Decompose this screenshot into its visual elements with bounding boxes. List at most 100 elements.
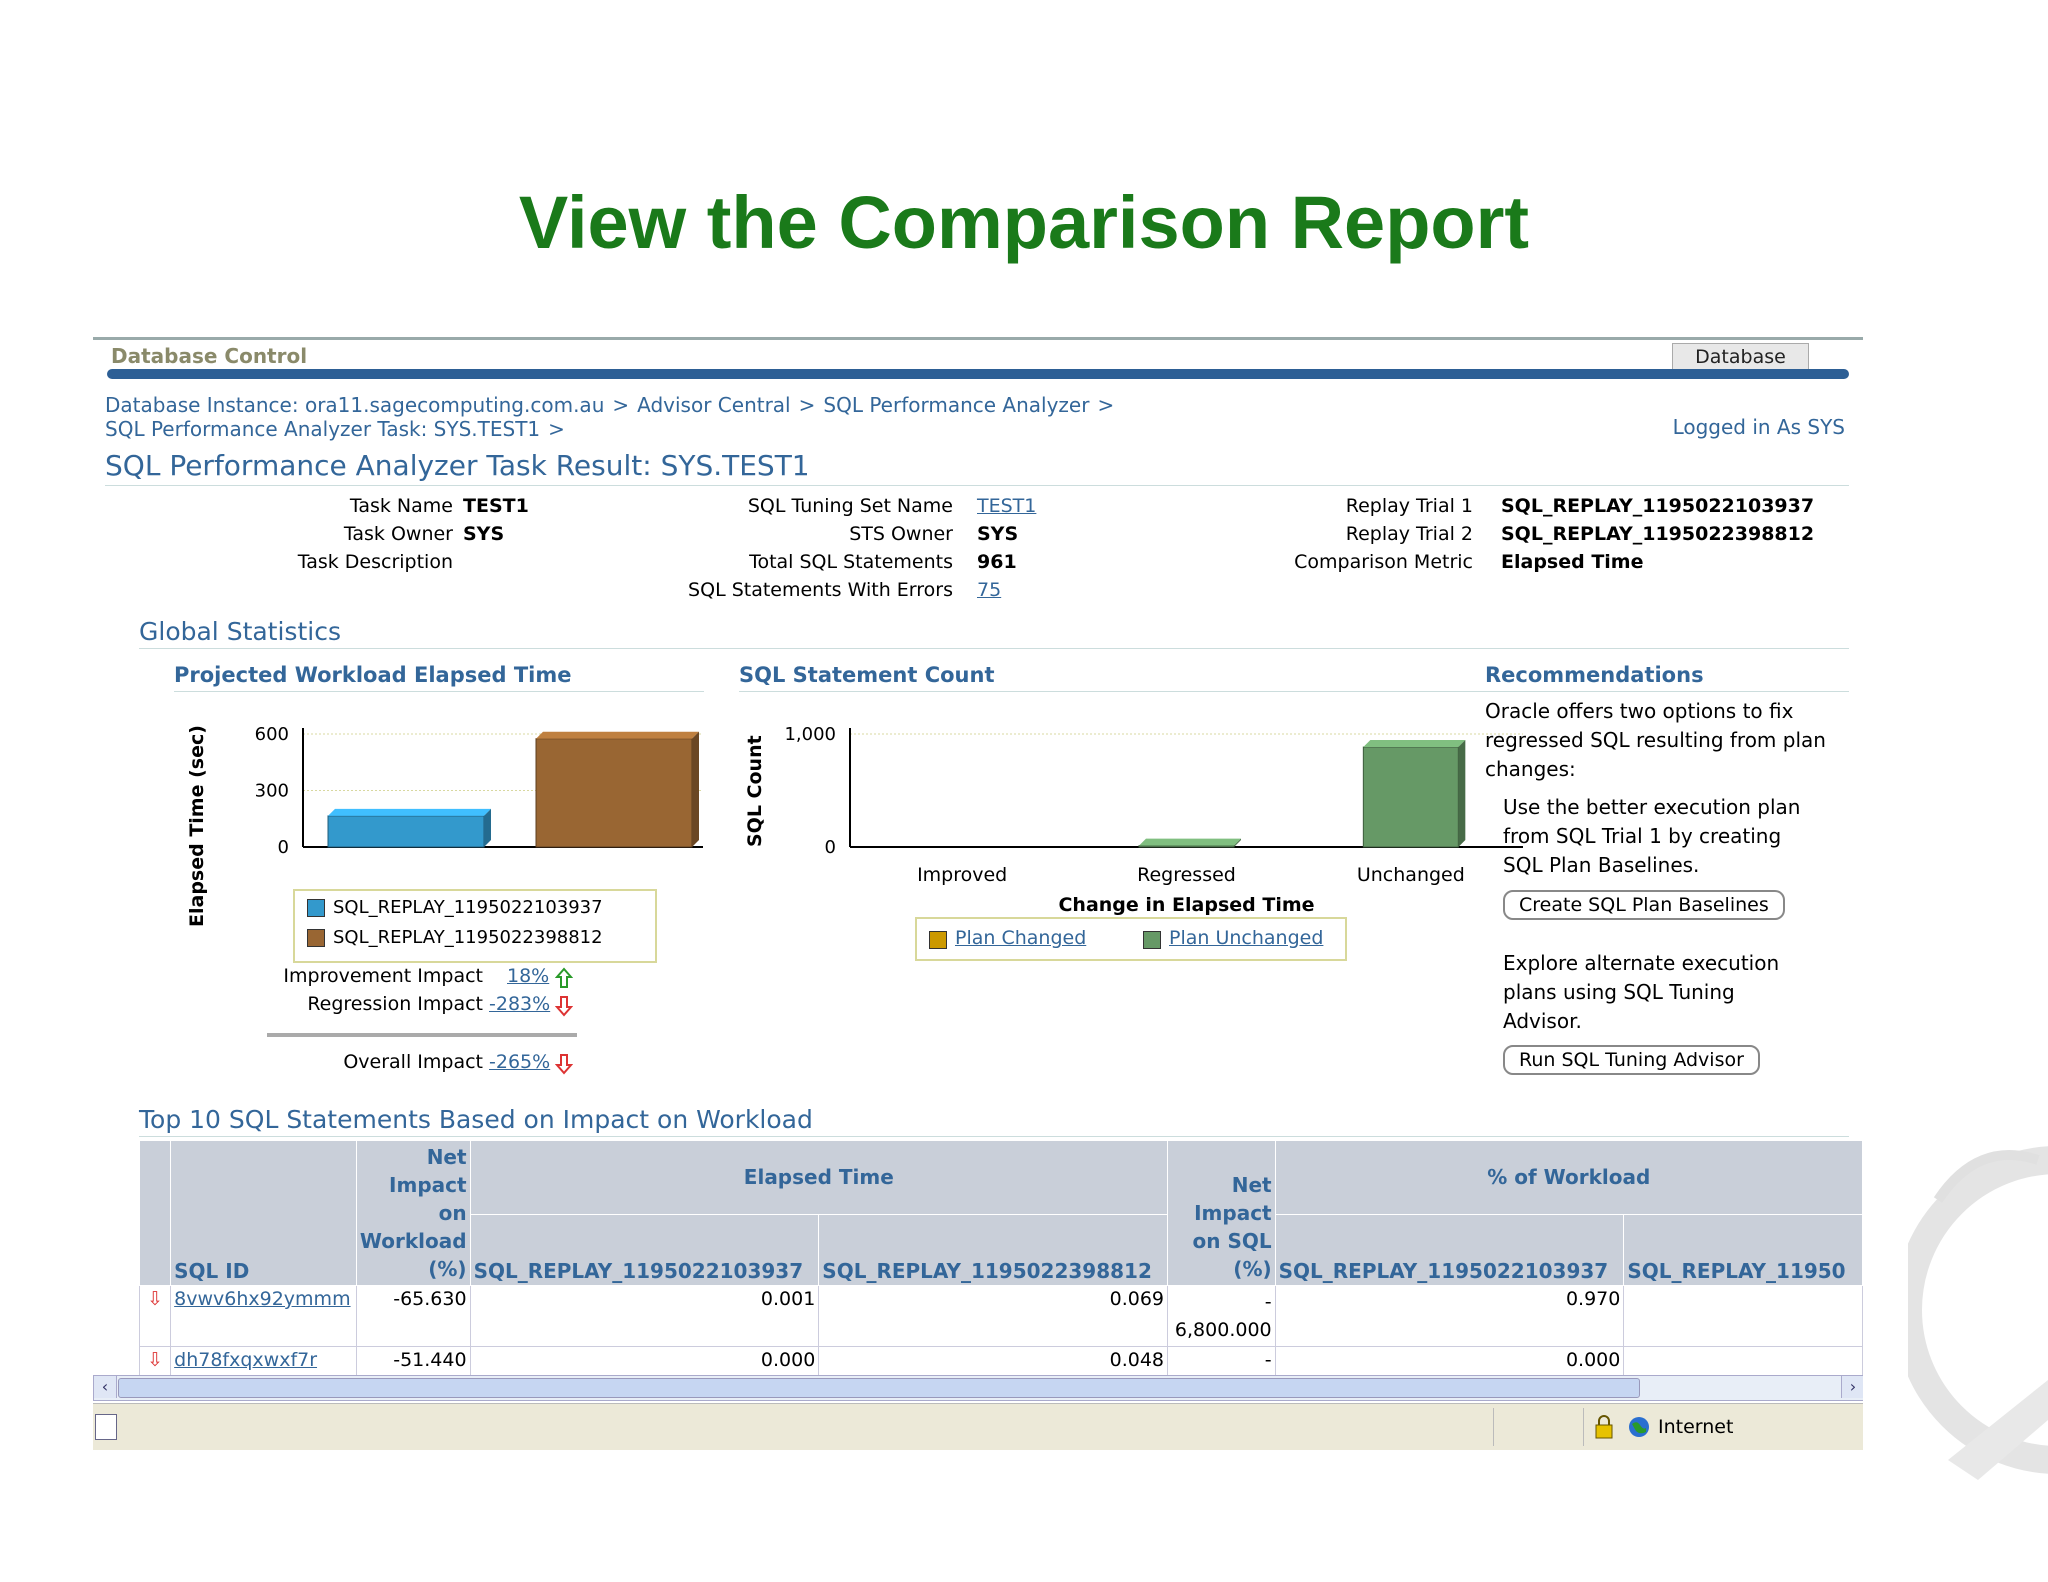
create-sql-plan-baselines-button[interactable]: Create SQL Plan Baselines xyxy=(1503,890,1785,920)
horizontal-scrollbar[interactable]: ‹ › xyxy=(93,1375,1863,1401)
x-category-label: Regressed xyxy=(1137,864,1236,886)
net-workload-value: -65.630 xyxy=(355,1285,471,1347)
rec-intro-line: Oracle offers two options to fix xyxy=(1485,699,1794,723)
breadcrumb-advisor-central[interactable]: Advisor Central xyxy=(637,393,790,417)
bar-regressed-2 xyxy=(1138,845,1235,848)
legend-plan-unchanged[interactable]: Plan Unchanged xyxy=(1169,927,1323,949)
arrow-down-icon xyxy=(555,996,573,1017)
x-category-label: Unchanged xyxy=(1357,864,1465,886)
scroll-left-icon[interactable]: ‹ xyxy=(94,1376,117,1398)
sql-count-chart: 0 1,000 Improved Regressed Unchanged Change i… xyxy=(744,724,1523,916)
page-icon xyxy=(95,1414,117,1440)
elapsed-trial2-header[interactable]: SQL_REPLAY_1195022398812 xyxy=(818,1213,1169,1287)
legend-swatch-plan-unchanged xyxy=(1143,930,1161,949)
sql-id-header[interactable]: SQL ID xyxy=(170,1140,357,1286)
pct2-value xyxy=(1623,1346,1863,1377)
pct2-value xyxy=(1623,1285,1863,1347)
legend-swatch-trial2 xyxy=(307,929,325,947)
impact-divider xyxy=(267,1033,577,1037)
elapsed-trial1-header[interactable]: SQL_REPLAY_1195022103937 xyxy=(469,1213,820,1287)
bar-regressed-2-top xyxy=(1139,838,1241,846)
y-tick-label: 0 xyxy=(825,837,836,858)
task-name-label: Task Name xyxy=(349,495,453,517)
elapsed1-value: 0.000 xyxy=(469,1346,820,1377)
breadcrumb-spa-task[interactable]: SQL Performance Analyzer Task: SYS.TEST1 xyxy=(105,417,540,441)
hdr-line: on xyxy=(438,1201,467,1225)
bar-2-side xyxy=(692,731,699,847)
status-divider xyxy=(1583,1408,1584,1446)
regression-impact-link[interactable]: -283% xyxy=(489,993,550,1015)
scroll-right-icon[interactable]: › xyxy=(1841,1376,1863,1398)
sts-name-link[interactable]: TEST1 xyxy=(977,495,1036,517)
browser-screenshot: Database Control Database Database Insta… xyxy=(93,337,1863,1450)
bar-2-top xyxy=(536,731,699,739)
slide-title: View the Comparison Report xyxy=(518,181,1530,264)
top10-rule xyxy=(139,1136,1849,1137)
legend-trial1: SQL_REPLAY_1195022103937 xyxy=(333,897,603,918)
breadcrumb-line2: SQL Performance Analyzer Task: SYS.TEST1… xyxy=(105,417,565,441)
table-row: ⇩ dh78fxqxwxf7r -51.440 0.000 0.048 - 0.… xyxy=(138,1346,1863,1377)
chart1-rule xyxy=(174,691,704,692)
status-divider xyxy=(1493,1408,1494,1446)
bar-unchanged-2 xyxy=(1362,746,1459,848)
recommendation-option-2: Explore alternate execution plans using … xyxy=(1503,949,1779,1036)
elapsed1-value: 0.001 xyxy=(469,1285,820,1347)
logged-in-status: Logged in As SYS xyxy=(1672,415,1845,439)
breadcrumb-spa[interactable]: SQL Performance Analyzer xyxy=(823,393,1089,417)
header-divider xyxy=(107,369,1849,379)
sts-owner: SYS xyxy=(977,523,1019,545)
security-zone: Internet xyxy=(1658,1416,1734,1438)
globe-icon xyxy=(1629,1417,1649,1437)
brand-logo: Database Control xyxy=(111,344,308,368)
task-description-label: Task Description xyxy=(297,551,453,573)
overall-impact-link[interactable]: -265% xyxy=(489,1051,550,1073)
rec-opt2-line: Explore alternate execution xyxy=(1503,951,1780,975)
rec-opt2-line: Advisor. xyxy=(1503,1009,1582,1033)
run-sql-tuning-advisor-button[interactable]: Run SQL Tuning Advisor xyxy=(1503,1045,1760,1075)
y-axis-label: Elapsed Time (sec) xyxy=(186,725,208,927)
net-impact-workload-header[interactable]: Net Impact on Workload (%) xyxy=(355,1140,471,1286)
total-sql: 961 xyxy=(977,551,1017,573)
recommendations-heading: Recommendations xyxy=(1485,663,1704,687)
rec-intro-line: changes: xyxy=(1485,757,1576,781)
hdr-line: Net xyxy=(426,1145,467,1169)
legend-plan-changed[interactable]: Plan Changed xyxy=(955,927,1086,949)
net-sql-line: 6,800.000 xyxy=(1174,1319,1272,1341)
hdr-line: Workload xyxy=(359,1229,467,1253)
trial2-label: Replay Trial 2 xyxy=(1345,523,1473,545)
net-workload-value: -51.440 xyxy=(355,1346,471,1377)
elapsed-time-header: Elapsed Time xyxy=(469,1140,1169,1215)
scroll-thumb[interactable] xyxy=(118,1378,1640,1398)
net-sql-value: - 6,800.000 xyxy=(1167,1285,1276,1347)
bar-1 xyxy=(327,815,485,848)
watermark-graphic xyxy=(1908,1146,2048,1480)
legend-swatch-trial1 xyxy=(307,899,325,917)
arrow-up-icon xyxy=(555,967,573,988)
bar-unchanged-2-side xyxy=(1458,739,1466,847)
net-impact-sql-header[interactable]: Net Impact on SQL (%) xyxy=(1167,1140,1276,1286)
hdr-line: Net xyxy=(1231,1173,1272,1197)
pct1-value: 0.000 xyxy=(1274,1346,1625,1377)
metric-label: Comparison Metric xyxy=(1294,551,1473,573)
hdr-line: Impact xyxy=(389,1173,467,1197)
task-owner-label: Task Owner xyxy=(343,523,453,545)
regression-arrow-icon: ⇩ xyxy=(138,1285,172,1347)
pct-trial1-header[interactable]: SQL_REPLAY_1195022103937 xyxy=(1274,1213,1625,1287)
improvement-impact-link[interactable]: 18% xyxy=(507,965,549,987)
errors-link[interactable]: 75 xyxy=(977,579,1001,601)
breadcrumb-database-instance[interactable]: Database Instance: ora11.sagecomputing.c… xyxy=(105,393,604,417)
rec-intro-line: regressed SQL resulting from plan xyxy=(1485,728,1826,752)
chart1-legend: SQL_REPLAY_1195022103937 SQL_REPLAY_1195… xyxy=(293,889,657,963)
hdr-line: Impact xyxy=(1194,1201,1272,1225)
bar-2 xyxy=(535,738,693,848)
pct-trial2-header[interactable]: SQL_REPLAY_11950 xyxy=(1623,1213,1863,1287)
net-sql-value: - xyxy=(1167,1346,1276,1377)
y-tick-label: 600 xyxy=(255,724,289,745)
legend-swatch-plan-changed xyxy=(929,930,947,949)
chart2-rule xyxy=(739,691,1499,692)
lock-icon xyxy=(1595,1415,1613,1439)
improvement-impact-label: Improvement Impact xyxy=(283,965,483,987)
sql-id-link[interactable]: dh78fxqxwxf7r xyxy=(174,1349,317,1371)
sql-id-link[interactable]: 8vwv6hx92ymmm xyxy=(174,1288,350,1310)
tab-database[interactable]: Database xyxy=(1672,343,1809,370)
